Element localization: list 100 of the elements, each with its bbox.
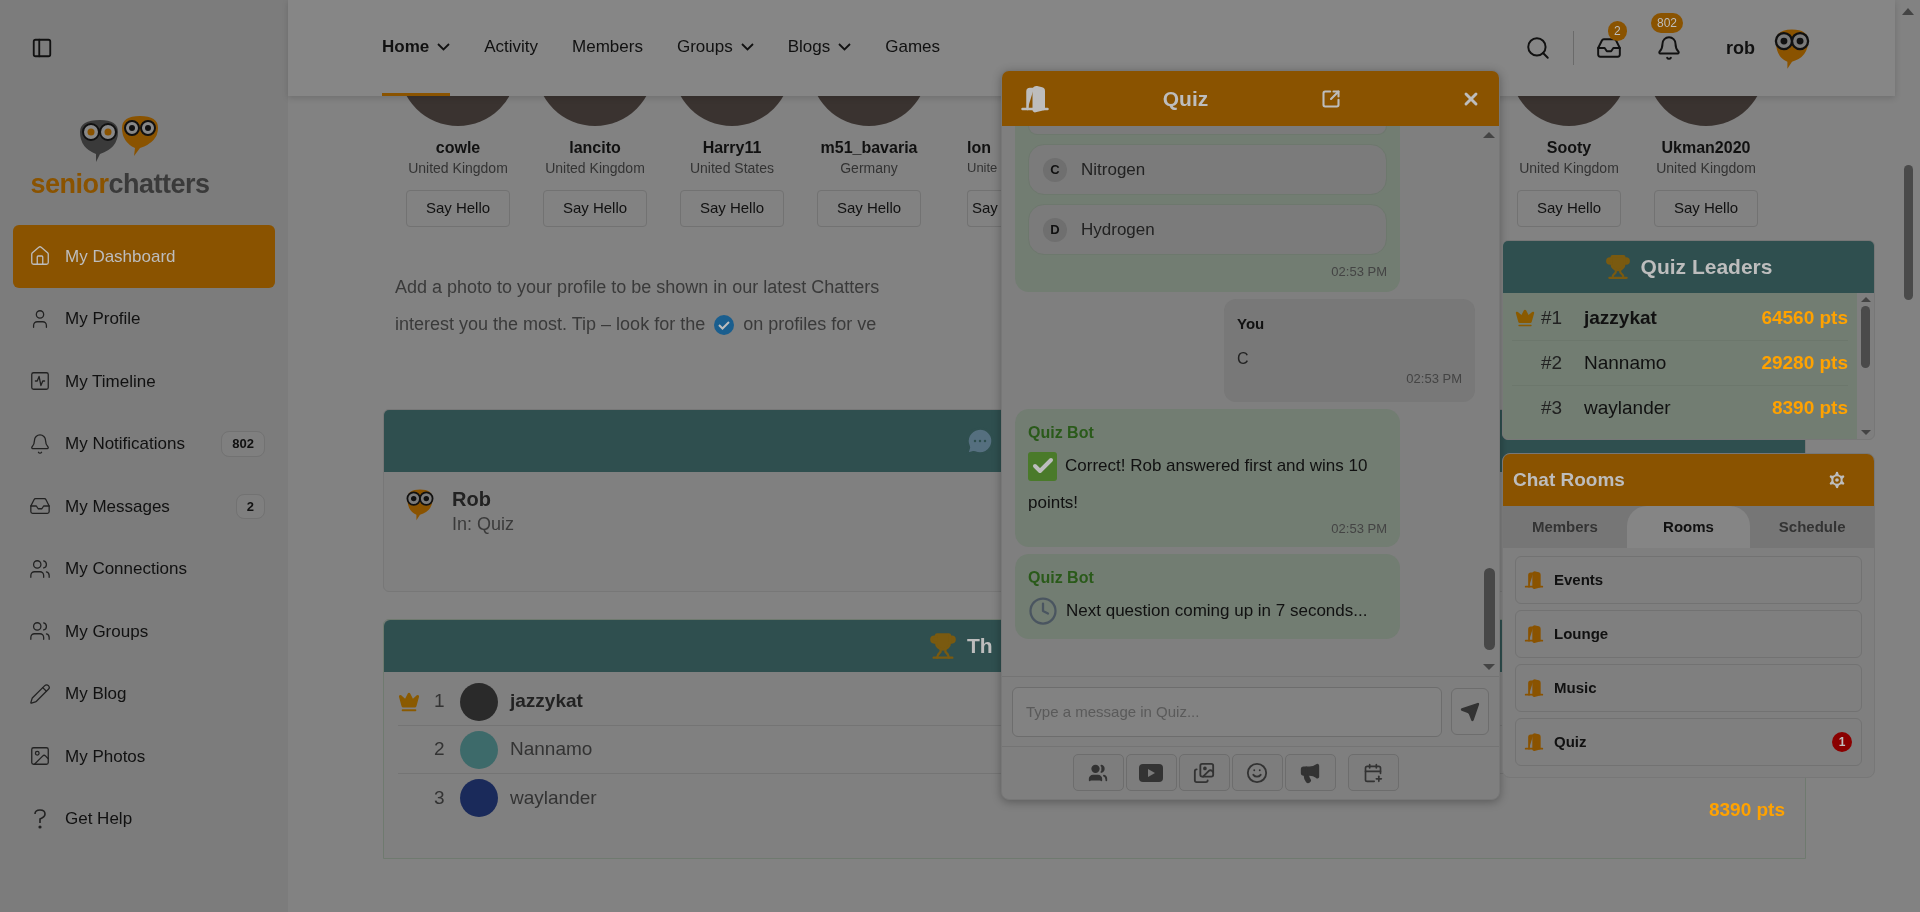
member-country: United Kingdom [1519,159,1619,178]
answer-option[interactable]: C Nitrogen [1028,144,1387,195]
logo-text: chatters [108,168,210,200]
sidebar-item[interactable]: Get Help [13,787,275,850]
nav-tab[interactable]: Groups [676,0,754,96]
sidebar-item[interactable]: My Timeline [13,350,275,413]
sidebar-item[interactable]: My Messages 2 [13,475,275,538]
member-name[interactable]: lancito [569,138,621,158]
logo-text: senior [30,168,109,200]
sidebar-item[interactable]: My Connections [13,537,275,600]
chevron-down-icon [437,42,451,51]
sidebar-item[interactable]: My Notifications 802 [13,412,275,475]
room-name: Lounge [1554,623,1610,644]
settings-icon[interactable] [1826,469,1848,491]
message-sender: Quiz Bot [1028,422,1095,443]
member-name[interactable]: Harry11 [702,138,762,158]
sidebar-icon [29,370,51,393]
room-item[interactable]: Music [1515,664,1862,712]
send-button[interactable] [1451,688,1489,735]
sidebar-icon [29,432,51,455]
message-time: 02:53 PM [1331,263,1387,281]
say-hello-button[interactable]: Say Hello [1517,190,1621,227]
say-hello-button[interactable]: Say Hello [817,190,921,227]
toolbar-button[interactable] [1231,754,1283,791]
rank-number: #3 [1540,396,1564,421]
door-icon[interactable] [1020,83,1050,114]
card-title: Th [967,633,993,660]
member-country: United Kingdom [1656,159,1756,178]
say-hello-button[interactable]: Say Hello [1654,190,1758,227]
leader-name[interactable]: waylander [1584,394,1772,423]
option-text: Hydrogen [1081,218,1155,241]
member-name[interactable]: lon [967,138,991,158]
nav-tab[interactable]: Activity [484,0,539,96]
bell-icon[interactable] [1656,35,1682,61]
door-icon [1524,624,1544,644]
toolbar-button[interactable] [1178,754,1230,791]
panel-tab[interactable]: Schedule [1750,506,1874,548]
activity-name[interactable]: Rob [452,486,515,512]
say-hello-button[interactable]: Say Hello [406,190,510,227]
external-link-icon[interactable] [1321,88,1341,109]
panel-title: Chat Rooms [1513,467,1626,492]
trophy-icon [1604,254,1631,280]
nav-tab[interactable]: Blogs [787,0,852,96]
sidebar-toggle-icon[interactable] [31,37,53,59]
sidebar-label: My Blog [65,683,128,705]
say-hello-button[interactable]: Say Hello [680,190,784,227]
sidebar-item[interactable]: My Dashboard [13,225,275,288]
say-hello-button[interactable]: Say Hello [543,190,647,227]
toolbar-button[interactable] [1284,754,1336,791]
group-icon [1088,762,1108,783]
nav-tab[interactable]: Games [885,0,940,96]
trophy-icon [929,632,957,660]
toolbar-button[interactable] [1072,754,1124,791]
rank-number: 1 [434,689,446,714]
leader-name[interactable]: jazzykat [510,687,583,716]
nav-tab[interactable]: Home [382,0,451,96]
leader-name[interactable]: waylander [510,783,597,813]
leader-name[interactable]: jazzykat [1584,303,1762,333]
toolbar-button[interactable] [1347,754,1399,791]
room-item[interactable]: Quiz 1 [1515,718,1862,766]
unread-badge: 1 [1832,732,1852,752]
message-text: Correct! Rob answered first and wins 10 points! [1028,446,1387,521]
leader-name[interactable]: Nannamo [510,735,593,764]
photo-placeholder [460,730,498,769]
rank-number: 2 [434,737,446,762]
chat-bubble-icon [965,426,995,456]
member-name[interactable]: Ukman2020 [1661,138,1751,158]
say-hello-button[interactable]: Say [967,190,1001,227]
inbox-icon[interactable] [1596,35,1622,61]
sidebar-label: My Connections [65,558,188,580]
sidebar-item[interactable]: My Blog [13,662,275,725]
photo-placeholder [460,682,498,721]
member-name[interactable]: m51_bavaria [820,138,918,158]
chevron-down-icon [838,42,852,51]
room-item[interactable]: Events [1515,556,1862,604]
activity-location: In: Quiz [452,513,515,536]
search-icon[interactable] [1525,35,1551,61]
panel-tab[interactable]: Rooms [1626,506,1751,548]
nav-tab[interactable]: Members [572,0,643,96]
count-badge: 802 [1651,13,1684,33]
sidebar-item[interactable]: My Profile [13,287,275,350]
smiley-icon [1246,761,1268,784]
count-badge: 2 [1608,21,1627,41]
room-item[interactable]: Lounge [1515,610,1862,658]
member-name[interactable]: Sooty [1546,138,1592,158]
username[interactable]: rob [1726,34,1755,62]
question-mark-icon [33,808,47,829]
option-letter: D [1043,217,1067,242]
leader-points: 8390 pts [1708,797,1785,822]
message-text: C [1237,348,1250,369]
leader-points: 29280 pts [1761,350,1848,375]
checkmark-icon [1028,451,1057,481]
answer-option[interactable]: D Hydrogen [1028,204,1387,255]
sidebar-item[interactable]: My Photos [13,725,275,788]
toolbar-button[interactable] [1125,754,1177,791]
member-name[interactable]: cowle [435,138,481,158]
leader-name[interactable]: Nannamo [1584,348,1762,378]
sidebar-item[interactable]: My Groups [13,600,275,663]
sidebar-icon [29,745,51,768]
panel-tab[interactable]: Members [1503,506,1627,548]
